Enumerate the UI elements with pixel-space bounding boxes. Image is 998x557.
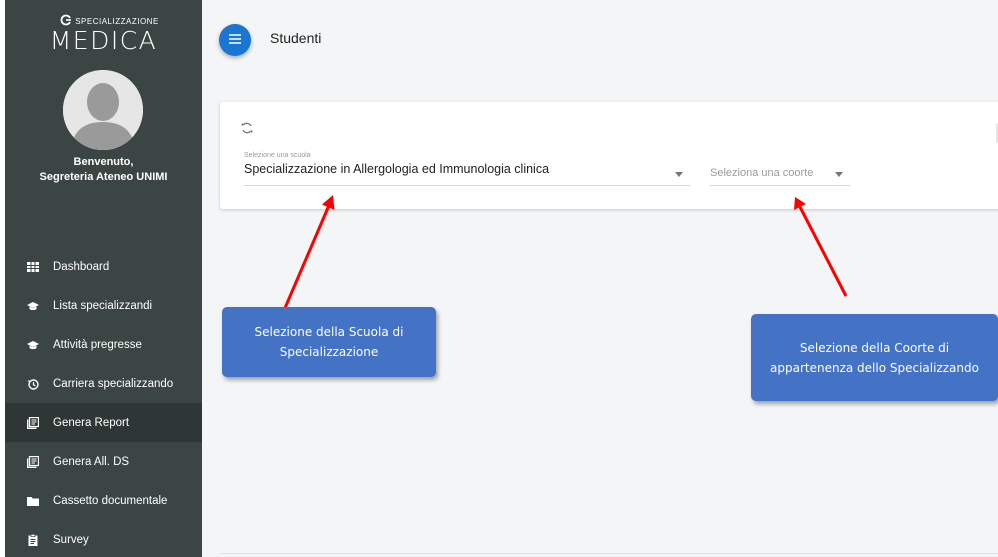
- refresh-icon[interactable]: [240, 121, 254, 135]
- folder-icon: [27, 495, 39, 507]
- welcome-message: Benvenuto, Segreteria Ateneo UNIMI: [5, 155, 202, 185]
- divider: [220, 553, 998, 554]
- chevron-down-icon: [675, 172, 683, 177]
- sidebar-item-carriera-specializzando[interactable]: Carriera specializzando: [5, 364, 202, 403]
- sidebar-item-label: Dashboard: [53, 260, 110, 273]
- avatar: [63, 70, 143, 150]
- sidebar-item-cassetto-documentale[interactable]: Cassetto documentale: [5, 481, 202, 520]
- sidebar-item-label: Lista specializzandi: [53, 299, 153, 312]
- sidebar-nav: Dashboard Lista specializzandi Attività …: [5, 247, 202, 557]
- sidebar-item-label: Cassetto documentale: [53, 494, 168, 507]
- app-logo[interactable]: SPECIALIZZAZIONE MEDICA: [5, 14, 202, 55]
- sidebar-item-label: Attività pregresse: [53, 338, 142, 351]
- grid-icon: [27, 261, 39, 273]
- hamburger-icon: [229, 31, 241, 49]
- logo-main-text: MEDICA: [49, 26, 158, 55]
- school-select[interactable]: Selezione una scuola Specializzazione in…: [244, 152, 690, 186]
- sidebar-item-survey[interactable]: Survey: [5, 520, 202, 557]
- history-icon: [27, 378, 39, 390]
- annotation-callout-school: Selezione della Scuola di Specializzazio…: [222, 307, 436, 377]
- chevron-down-icon: [835, 172, 843, 177]
- sidebar-item-genera-all-ds[interactable]: Genera All. DS: [5, 442, 202, 481]
- welcome-greeting: Benvenuto,: [73, 156, 134, 168]
- cohort-select-placeholder: Seleziona una coorte: [710, 167, 814, 179]
- user-silhouette-icon: [63, 70, 143, 150]
- sidebar-item-label: Survey: [53, 533, 89, 546]
- clipboard-icon: [27, 533, 39, 546]
- welcome-user: Segreteria Ateneo UNIMI: [39, 171, 168, 183]
- page-title: Studenti: [270, 30, 322, 46]
- filter-card: Selezione una scuola Specializzazione in…: [220, 102, 998, 209]
- logo-mark-icon: [60, 14, 72, 28]
- annotation-callout-cohort: Selezione della Coorte di appartenenza d…: [751, 314, 998, 401]
- sidebar-item-label: Genera Report: [53, 416, 130, 429]
- logo-top-text: SPECIALIZZAZIONE: [75, 16, 159, 26]
- report-icon: [27, 455, 39, 468]
- sidebar-item-lista-specializzandi[interactable]: Lista specializzandi: [5, 286, 202, 325]
- cohort-select[interactable]: Seleziona una coorte: [710, 152, 850, 186]
- report-icon: [27, 416, 39, 429]
- graduation-cap-icon: [27, 300, 39, 312]
- sidebar-item-attivita-pregresse[interactable]: Attività pregresse: [5, 325, 202, 364]
- graduation-cap-icon: [27, 339, 39, 351]
- main-content: Studenti Selezione una scuola Specializz…: [202, 0, 998, 557]
- sidebar-item-genera-report[interactable]: Genera Report: [5, 403, 202, 442]
- sidebar-item-label: Carriera specializzando: [53, 377, 174, 390]
- sidebar-item-dashboard[interactable]: Dashboard: [5, 247, 202, 286]
- school-select-label: Selezione una scuola: [244, 152, 311, 159]
- sidebar: SPECIALIZZAZIONE MEDICA Benvenuto, Segre…: [5, 0, 202, 557]
- menu-toggle-button[interactable]: [219, 24, 251, 56]
- school-select-value: Specializzazione in Allergologia ed Immu…: [244, 162, 550, 176]
- sidebar-item-label: Genera All. DS: [53, 455, 130, 468]
